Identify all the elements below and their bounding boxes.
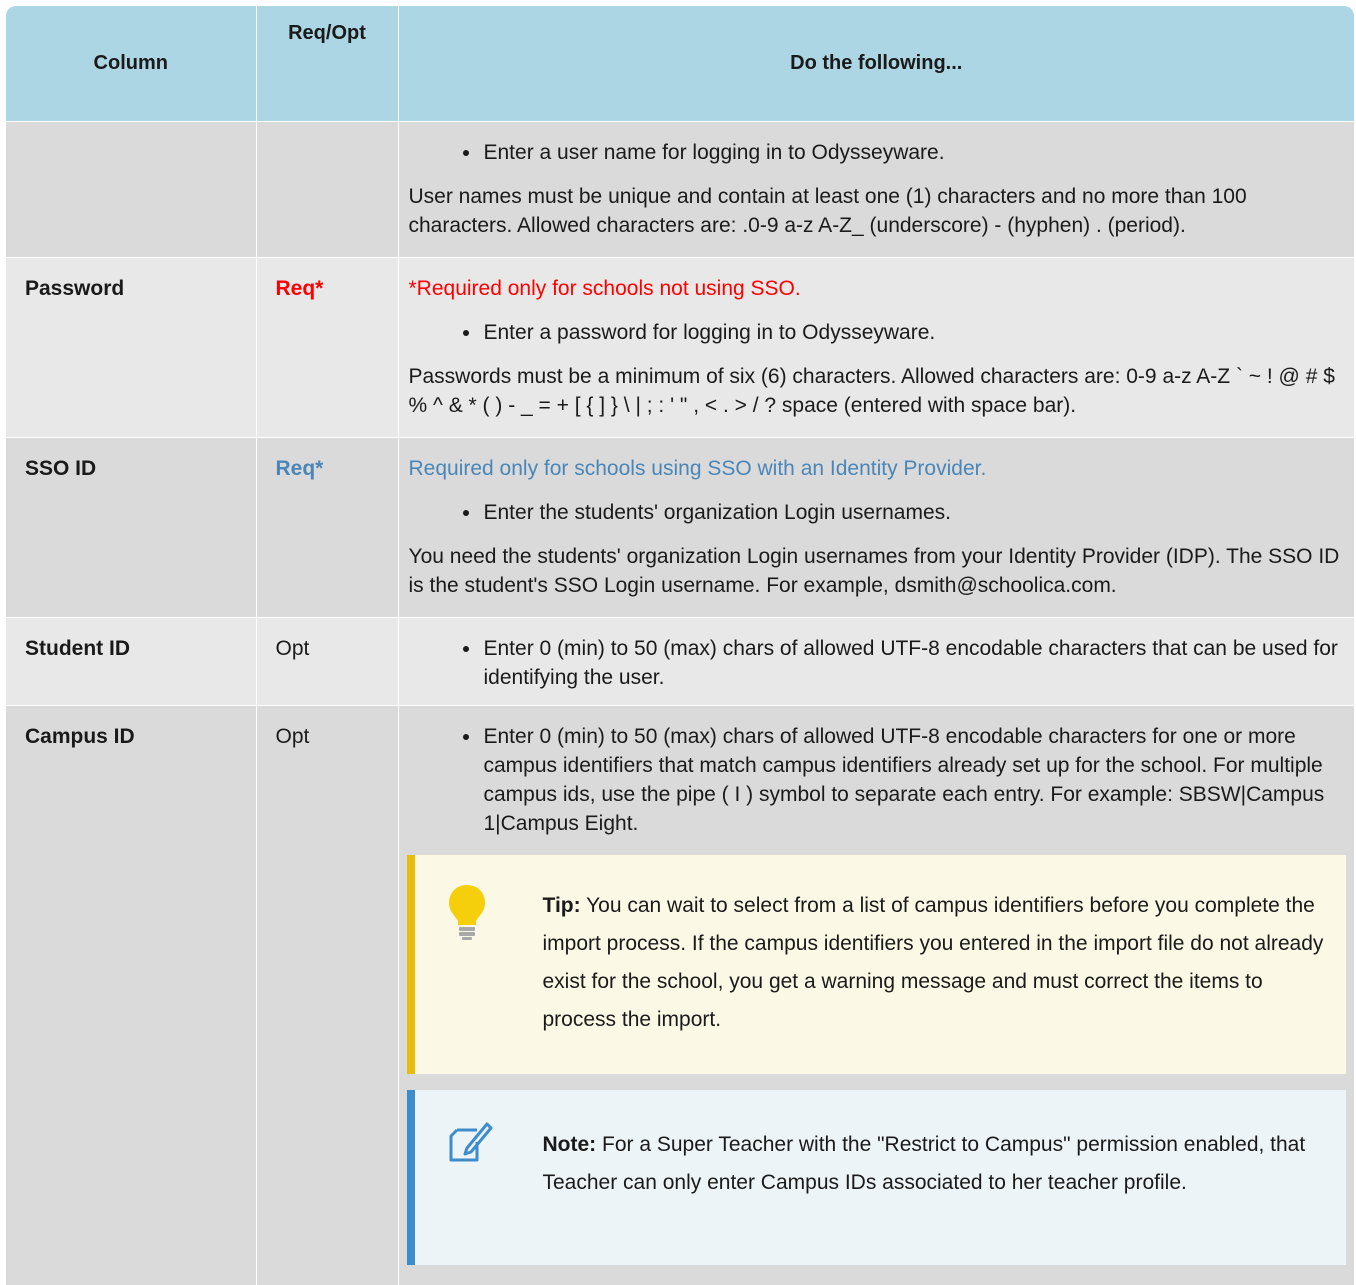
bullet-text: Enter 0 (min) to 50 (max) chars of allow…	[483, 725, 1325, 835]
bullet-text: Enter a user name for logging in to Odys…	[483, 141, 945, 164]
row-column-name	[6, 121, 257, 258]
list-item: Enter 0 (min) to 50 (max) chars of allow…	[399, 634, 1355, 692]
row-description: User names must be unique and contain at…	[408, 185, 1247, 237]
note-label: Note:	[542, 1133, 597, 1156]
row-column-name: Password	[6, 257, 257, 438]
table-row-password: Password Req* *Required only for schools…	[6, 257, 1355, 438]
lightbulb-icon	[447, 883, 487, 954]
bullet-dot	[462, 646, 469, 652]
row-req-opt: Opt	[256, 617, 399, 706]
import-columns-table: Column Req/Opt Do the following... Enter…	[6, 6, 1354, 1285]
list-item: Enter a user name for logging in to Odys…	[399, 138, 1355, 167]
required-note: *Required only for schools not using SSO…	[408, 277, 801, 300]
requirements-table-container: Column Req/Opt Do the following... Enter…	[6, 6, 1354, 1285]
row-req-opt: Opt	[256, 705, 399, 1285]
header-column: Column	[6, 6, 257, 122]
row-description: You need the students' organization Logi…	[408, 545, 1340, 597]
bullet-dot	[462, 734, 469, 740]
note-callout: Note: For a Super Teacher with the "Rest…	[406, 1090, 1346, 1265]
header-req-opt: Req/Opt	[256, 6, 399, 122]
table-row-username: Enter a user name for logging in to Odys…	[6, 121, 1355, 258]
list-item: Enter the students' organization Login u…	[399, 498, 1355, 527]
note-pencil-icon	[447, 1118, 493, 1177]
required-note: Required only for schools using SSO with…	[408, 457, 987, 480]
row-instructions: *Required only for schools not using SSO…	[398, 257, 1355, 438]
note-text: For a Super Teacher with the "Restrict t…	[542, 1133, 1306, 1194]
table-row-student-id: Student ID Opt Enter 0 (min) to 50 (max)…	[6, 617, 1355, 706]
bullet-dot	[462, 510, 469, 516]
table-row-sso-id: SSO ID Req* Required only for schools us…	[6, 437, 1355, 618]
bullet-text: Enter 0 (min) to 50 (max) chars of allow…	[483, 637, 1338, 689]
row-req-opt: Req*	[256, 257, 399, 438]
bullet-dot	[462, 330, 469, 336]
table-header-row: Column Req/Opt Do the following...	[6, 6, 1354, 122]
bullet-text: Enter the students' organization Login u…	[483, 501, 951, 524]
tip-text: You can wait to select from a list of ca…	[542, 894, 1324, 1031]
row-column-name: SSO ID	[6, 437, 257, 618]
row-column-name: Student ID	[6, 617, 257, 706]
list-item: Enter 0 (min) to 50 (max) chars of allow…	[399, 722, 1355, 838]
row-instructions: Enter 0 (min) to 50 (max) chars of allow…	[398, 705, 1355, 1285]
tip-label: Tip:	[542, 894, 581, 917]
row-req-opt: Req*	[256, 437, 399, 618]
row-instructions: Enter 0 (min) to 50 (max) chars of allow…	[398, 617, 1355, 706]
header-do-following: Do the following...	[398, 6, 1354, 122]
row-description: Passwords must be a minimum of six (6) c…	[408, 365, 1335, 417]
bullet-dot	[462, 150, 469, 156]
row-req-opt	[256, 121, 399, 258]
table-row-campus-id: Campus ID Opt Enter 0 (min) to 50 (max) …	[6, 705, 1355, 1285]
tip-callout: Tip: You can wait to select from a list …	[406, 855, 1346, 1074]
row-column-name: Campus ID	[6, 705, 257, 1285]
bullet-text: Enter a password for logging in to Odyss…	[483, 321, 936, 344]
row-instructions: Enter a user name for logging in to Odys…	[398, 121, 1355, 258]
row-instructions: Required only for schools using SSO with…	[398, 437, 1355, 618]
list-item: Enter a password for logging in to Odyss…	[399, 318, 1355, 347]
